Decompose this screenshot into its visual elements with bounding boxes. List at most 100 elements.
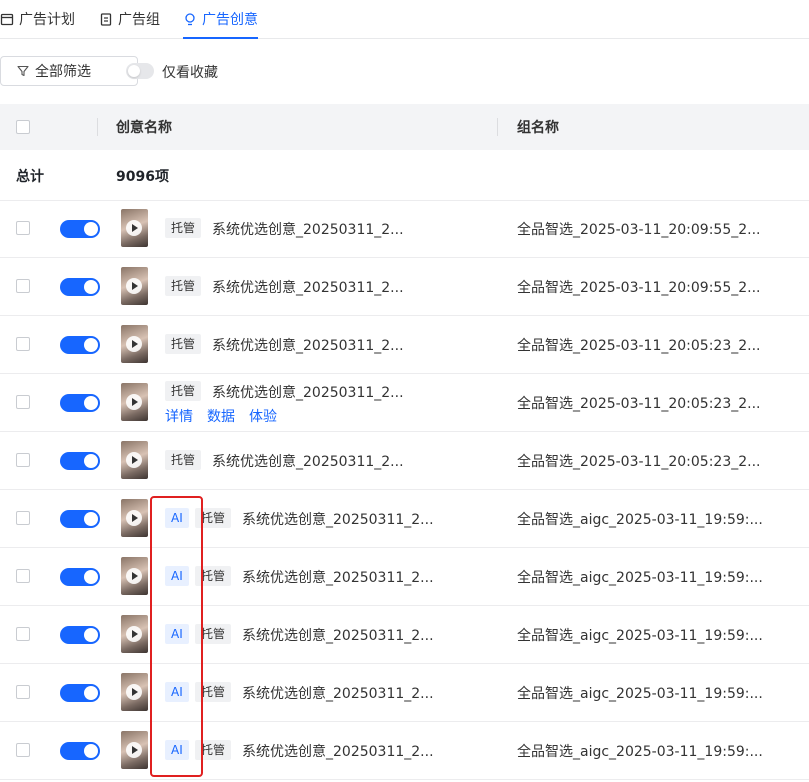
group-name[interactable]: 全品智选_2025-03-11_20:05:23_2... (517, 393, 761, 413)
video-thumbnail[interactable] (121, 557, 148, 595)
creative-name[interactable]: 系统优选创意_20250311_2... (212, 219, 404, 239)
tab-label: 广告创意 (202, 12, 258, 28)
managed-tag: 托管 (165, 334, 202, 354)
filter-icon (17, 65, 29, 77)
favorites-only-toggle[interactable] (126, 63, 154, 79)
video-thumbnail[interactable] (121, 731, 148, 769)
managed-tag: 托管 (165, 276, 202, 296)
play-icon (126, 626, 142, 642)
creative-name[interactable]: 系统优选创意_20250311_2... (212, 277, 404, 297)
filter-label: 全部筛选 (35, 64, 91, 80)
status-toggle[interactable] (60, 684, 100, 702)
video-thumbnail[interactable] (121, 325, 148, 363)
managed-tag: 托管 (165, 218, 202, 238)
table-row: 托管 系统优选创意_20250311_2... 全品智选_2025-03-11_20… (0, 432, 809, 490)
row-checkbox[interactable] (16, 279, 30, 293)
video-thumbnail[interactable] (121, 267, 148, 305)
table-row: 托管 系统优选创意_20250311_2... 全品智选_2025-03-11_20… (0, 258, 809, 316)
row-checkbox[interactable] (16, 395, 30, 409)
filter-all-button[interactable]: 全部筛选 (0, 56, 138, 86)
preview-link[interactable]: 体验 (249, 409, 277, 425)
play-icon (126, 510, 142, 526)
creative-name[interactable]: 系统优选创意_20250311_2... (242, 509, 434, 529)
favorites-only-label: 仅看收藏 (162, 65, 218, 81)
data-link[interactable]: 数据 (207, 409, 235, 425)
table-row: 托管 系统优选创意_20250311_2... 全品智选_2025-03-11_20… (0, 316, 809, 374)
lightbulb-icon (185, 13, 195, 26)
play-icon (126, 742, 142, 758)
creative-name[interactable]: 系统优选创意_20250311_2... (212, 335, 404, 355)
video-thumbnail[interactable] (121, 209, 148, 247)
row-checkbox[interactable] (16, 743, 30, 757)
clipboard-icon (100, 13, 112, 26)
row-actions: 详情 数据 体验 (165, 406, 291, 426)
play-icon (126, 278, 142, 294)
creative-name[interactable]: 系统优选创意_20250311_2... (212, 382, 404, 402)
total-label: 总计 (16, 169, 44, 185)
tab-ad-plan[interactable]: 广告计划 (0, 0, 75, 38)
ai-tag-highlight-box (150, 496, 203, 777)
creative-name[interactable]: 系统优选创意_20250311_2... (242, 741, 434, 761)
total-count: 9096项 (116, 169, 169, 185)
video-thumbnail[interactable] (121, 441, 148, 479)
play-icon (126, 684, 142, 700)
video-thumbnail[interactable] (121, 383, 148, 421)
table-row: AI 托管 系统优选创意_20250311_2... 全品智选_aigc_2025-0… (0, 548, 809, 606)
group-name[interactable]: 全品智选_2025-03-11_20:05:23_2... (517, 335, 761, 355)
table-row: AI 托管 系统优选创意_20250311_2... 全品智选_aigc_2025-0… (0, 490, 809, 548)
play-icon (126, 220, 142, 236)
play-icon (126, 452, 142, 468)
managed-tag: 托管 (165, 450, 202, 470)
select-all-checkbox[interactable] (16, 120, 30, 134)
status-toggle[interactable] (60, 742, 100, 760)
creative-name[interactable]: 系统优选创意_20250311_2... (242, 683, 434, 703)
group-name[interactable]: 全品智选_2025-03-11_20:09:55_2... (517, 277, 761, 297)
row-checkbox[interactable] (16, 569, 30, 583)
video-thumbnail[interactable] (121, 499, 148, 537)
group-name[interactable]: 全品智选_aigc_2025-03-11_19:59:... (517, 567, 763, 587)
status-toggle[interactable] (60, 394, 100, 412)
tab-ad-group[interactable]: 广告组 (99, 0, 160, 38)
group-name[interactable]: 全品智选_aigc_2025-03-11_19:59:... (517, 683, 763, 703)
status-toggle[interactable] (60, 452, 100, 470)
summary-row: 总计 9096项 (0, 150, 809, 201)
group-name[interactable]: 全品智选_aigc_2025-03-11_19:59:... (517, 625, 763, 645)
creative-name[interactable]: 系统优选创意_20250311_2... (242, 625, 434, 645)
row-checkbox[interactable] (16, 221, 30, 235)
video-thumbnail[interactable] (121, 615, 148, 653)
status-toggle[interactable] (60, 568, 100, 586)
status-toggle[interactable] (60, 626, 100, 644)
group-name[interactable]: 全品智选_aigc_2025-03-11_19:59:... (517, 509, 763, 529)
column-divider (497, 118, 498, 136)
status-toggle[interactable] (60, 220, 100, 238)
table-row: AI 托管 系统优选创意_20250311_2... 全品智选_aigc_2025-0… (0, 722, 809, 780)
group-name[interactable]: 全品智选_aigc_2025-03-11_19:59:... (517, 741, 763, 761)
details-link[interactable]: 详情 (165, 409, 193, 425)
table-row: 托管 系统优选创意_20250311_2... 全品智选_2025-03-11_20… (0, 200, 809, 258)
row-checkbox[interactable] (16, 685, 30, 699)
table-row: AI 托管 系统优选创意_20250311_2... 全品智选_aigc_2025-0… (0, 606, 809, 664)
row-checkbox[interactable] (16, 511, 30, 525)
column-header-creative-name[interactable]: 创意名称 (116, 104, 172, 150)
creative-name[interactable]: 系统优选创意_20250311_2... (242, 567, 434, 587)
video-thumbnail[interactable] (121, 673, 148, 711)
managed-tag: 托管 (165, 381, 202, 401)
tab-ad-creative[interactable]: 广告创意 (183, 0, 258, 39)
group-name[interactable]: 全品智选_2025-03-11_20:05:23_2... (517, 451, 761, 471)
tab-label: 广告组 (118, 12, 160, 28)
status-toggle[interactable] (60, 278, 100, 296)
row-checkbox[interactable] (16, 453, 30, 467)
play-icon (126, 568, 142, 584)
status-toggle[interactable] (60, 510, 100, 528)
column-header-group-name[interactable]: 组名称 (517, 104, 559, 150)
table-header: 创意名称 组名称 (0, 104, 809, 150)
column-divider (97, 118, 98, 136)
creative-name[interactable]: 系统优选创意_20250311_2... (212, 451, 404, 471)
row-checkbox[interactable] (16, 627, 30, 641)
calendar-icon (0, 13, 14, 26)
status-toggle[interactable] (60, 336, 100, 354)
play-icon (126, 336, 142, 352)
tab-label: 广告计划 (19, 12, 75, 28)
group-name[interactable]: 全品智选_2025-03-11_20:09:55_2... (517, 219, 761, 239)
row-checkbox[interactable] (16, 337, 30, 351)
